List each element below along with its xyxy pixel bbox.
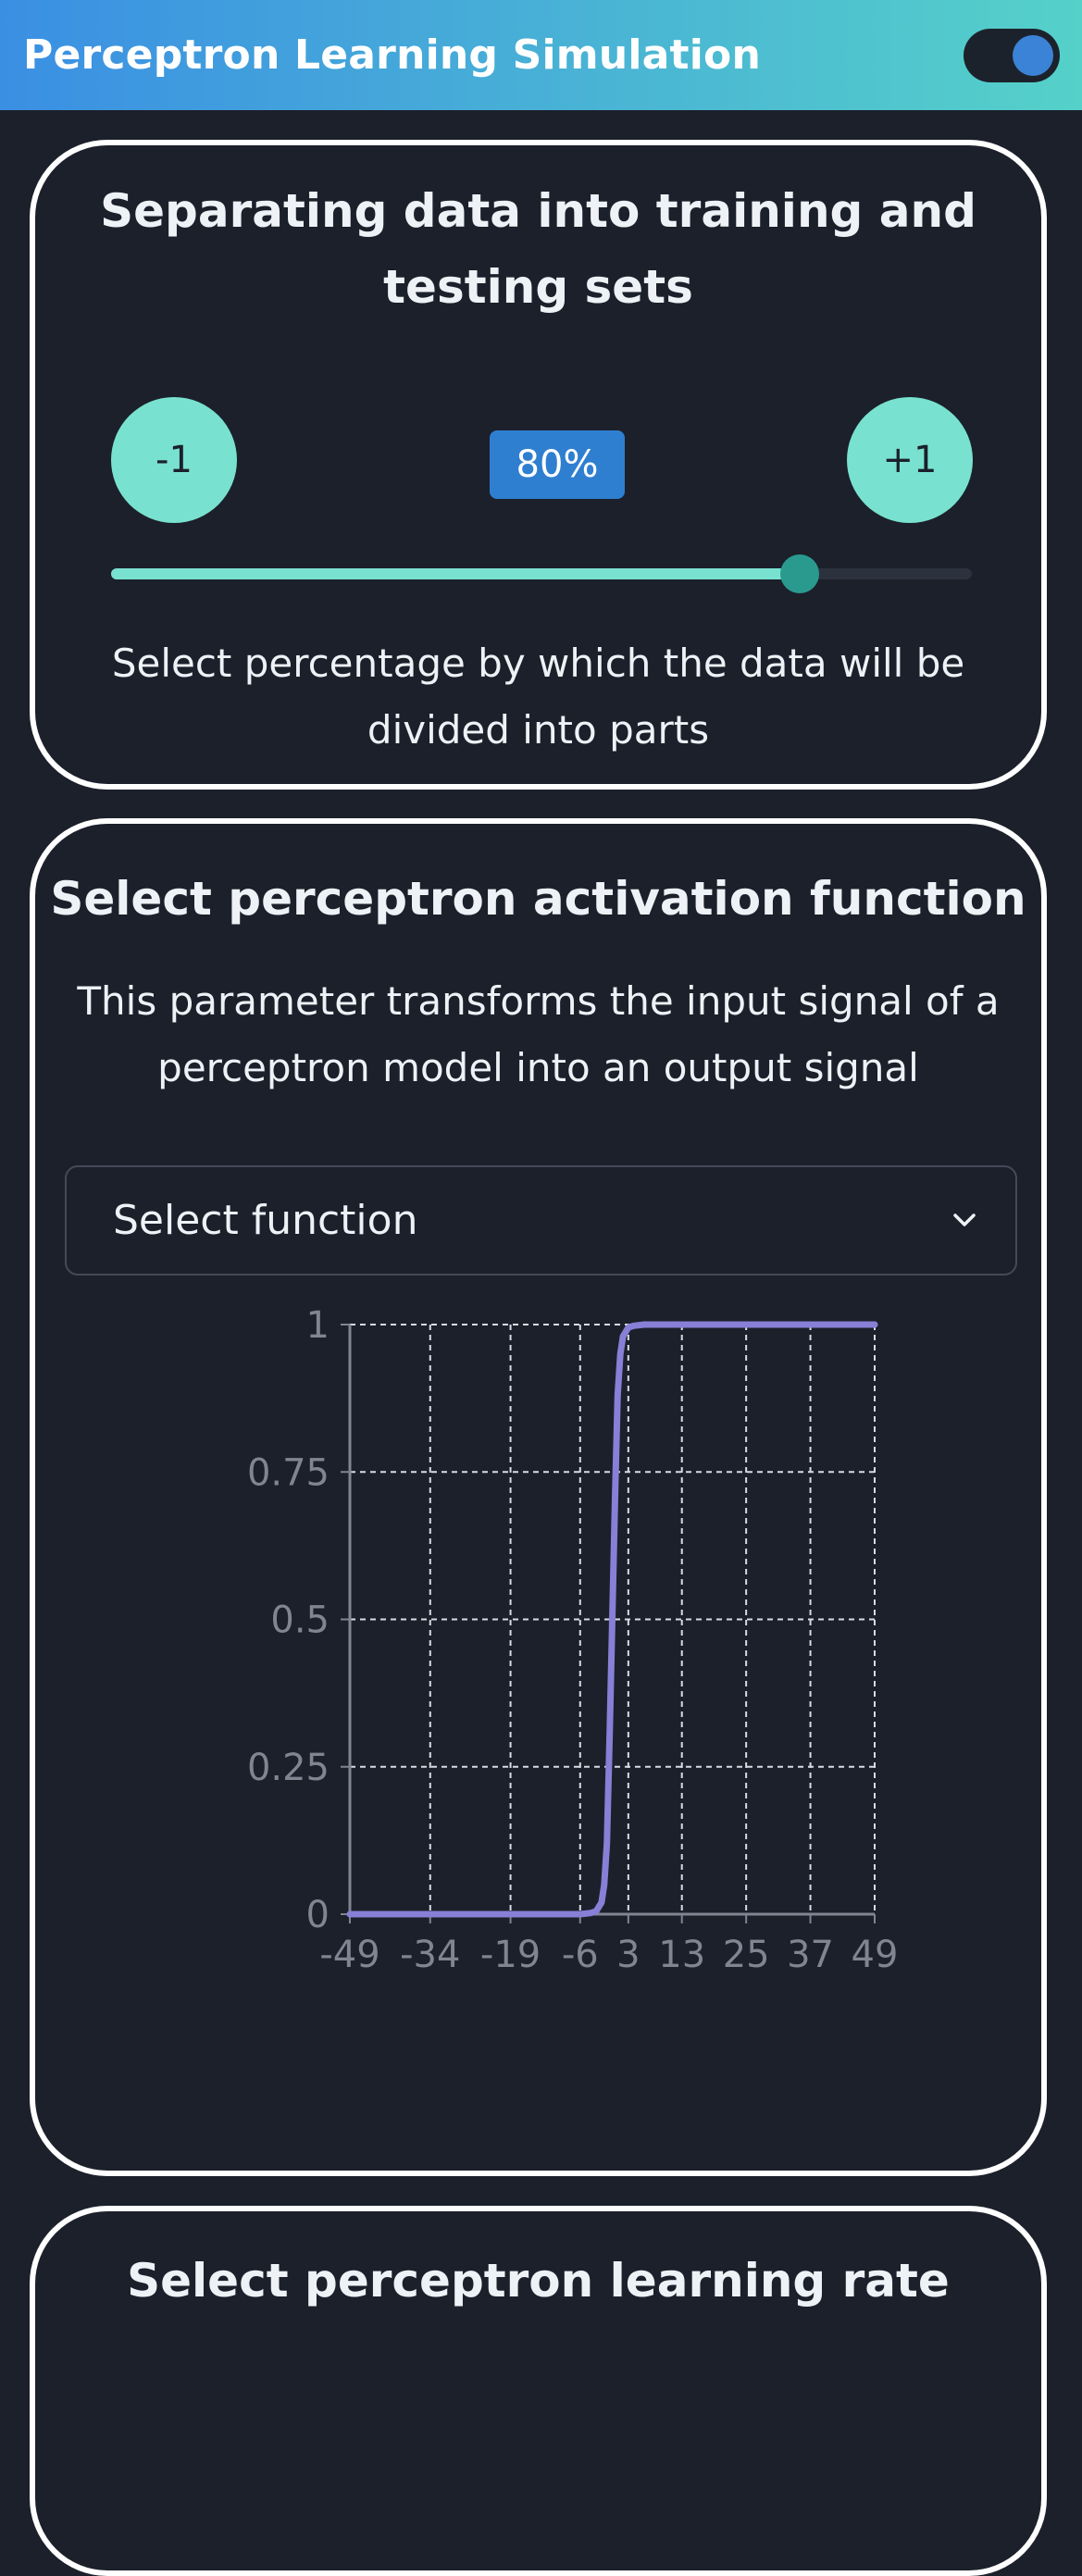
split-card: Separating data into training and testin… [30, 140, 1047, 790]
activation-curve [346, 1321, 878, 1918]
y-tick-label: 1 [306, 1304, 330, 1347]
x-tick-label: 25 [723, 1934, 770, 1976]
x-tick-label: 3 [616, 1934, 640, 1976]
x-tick-label: -34 [400, 1934, 460, 1976]
x-tick-label: 37 [787, 1934, 834, 1976]
x-tick-label: 13 [658, 1934, 705, 1976]
activation-function-chart: -49 -34 -19 -6 3 13 25 37 49 0 0.25 0.5 0.75 1 [247, 1304, 899, 1976]
split-card-title: Separating data into training and testin… [100, 184, 976, 314]
slider-fill [111, 568, 800, 579]
y-tick-label: 0.5 [270, 1599, 330, 1642]
x-tick-label: -6 [562, 1934, 599, 1976]
theme-toggle[interactable] [964, 29, 1060, 82]
slider-thumb[interactable] [780, 554, 819, 593]
learning-rate-card-title: Select perceptron learning rate [127, 2254, 950, 2308]
split-percentage-badge: 80% [490, 430, 625, 499]
x-tick-label: 49 [852, 1934, 899, 1976]
split-card-description: Select percentage by which the data will… [111, 641, 965, 753]
split-slider[interactable] [111, 554, 972, 593]
y-tick-label: 0.75 [247, 1451, 330, 1494]
toggle-knob [1013, 35, 1053, 76]
y-tick-label: 0 [306, 1894, 330, 1936]
app-title: Perceptron Learning Simulation [23, 31, 762, 79]
x-tick-label: -19 [480, 1934, 541, 1976]
increment-button[interactable]: +1 [847, 397, 973, 523]
decrement-button[interactable]: -1 [111, 397, 237, 523]
app-header: Perceptron Learning Simulation [0, 0, 1082, 110]
y-tick-label: 0.25 [247, 1747, 330, 1789]
activation-card: Select perceptron activation function Th… [30, 818, 1047, 2176]
learning-rate-card: Select perceptron learning rate [30, 2206, 1047, 2576]
x-tick-label: -49 [319, 1934, 379, 1976]
